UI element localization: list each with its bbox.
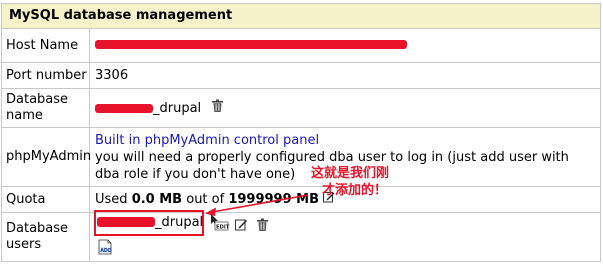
port-number-label: Port number [2,63,90,88]
row-database-users: Database users [2,213,600,261]
redacted-host-value [95,40,407,49]
database-name-suffix: _drupal [153,100,202,116]
database-users-label-line1: Database [6,221,69,236]
host-name-label: Host Name [2,29,90,62]
svg-text:EDIT: EDIT [216,225,230,231]
panel-title: MySQL database management [2,4,600,29]
edit-icon[interactable]: EDIT [209,213,231,239]
mysql-management-panel: MySQL database management Host Name Port… [1,3,601,262]
database-name-label-line1: Database [6,92,69,107]
quota-used-value: 0.0 MB [131,192,183,207]
quota-used-prefix: Used [95,192,128,207]
svg-text:ADD: ADD [100,248,112,254]
row-host-name: Host Name [2,29,600,63]
database-name-label: Database name [2,89,90,127]
quota-out-of: out of [186,192,225,207]
annotation-text-line1: 这就是我们刚 [311,166,390,181]
phpmyadmin-label: phpMyAdmin [2,128,91,186]
edit-pencil-icon[interactable] [235,218,248,235]
database-name-value: _drupal [95,89,596,127]
database-name-label-line2: name [6,108,43,123]
row-database-name: Database name _drupal [2,89,600,128]
database-users-label: Database users [2,213,90,261]
redacted-database-prefix [95,103,153,113]
port-number-value: 3306 [95,68,129,83]
quota-limit-value: 1999999 MB [228,192,320,207]
trash-icon[interactable] [256,218,269,236]
database-user-suffix: _drupal [155,215,204,230]
row-phpmyadmin: phpMyAdmin Built in phpMyAdmin control p… [2,128,600,187]
phpmyadmin-control-panel-link[interactable]: Built in phpMyAdmin control panel [95,132,569,149]
host-name-value [95,29,596,62]
trash-icon[interactable] [211,99,224,118]
database-users-label-line2: users [6,237,42,252]
row-quota: Quota Used 0.0 MB out of 1999999 MB [2,187,600,213]
add-icon[interactable]: ADD [96,239,114,261]
annotation-text-line2: 才添加的！ [322,183,388,198]
row-port-number: Port number 3306 [2,63,600,89]
redacted-user-prefix [97,217,155,227]
phpmyadmin-note-line1: you will need a properly configured dba … [95,149,569,165]
quota-label: Quota [2,187,90,212]
